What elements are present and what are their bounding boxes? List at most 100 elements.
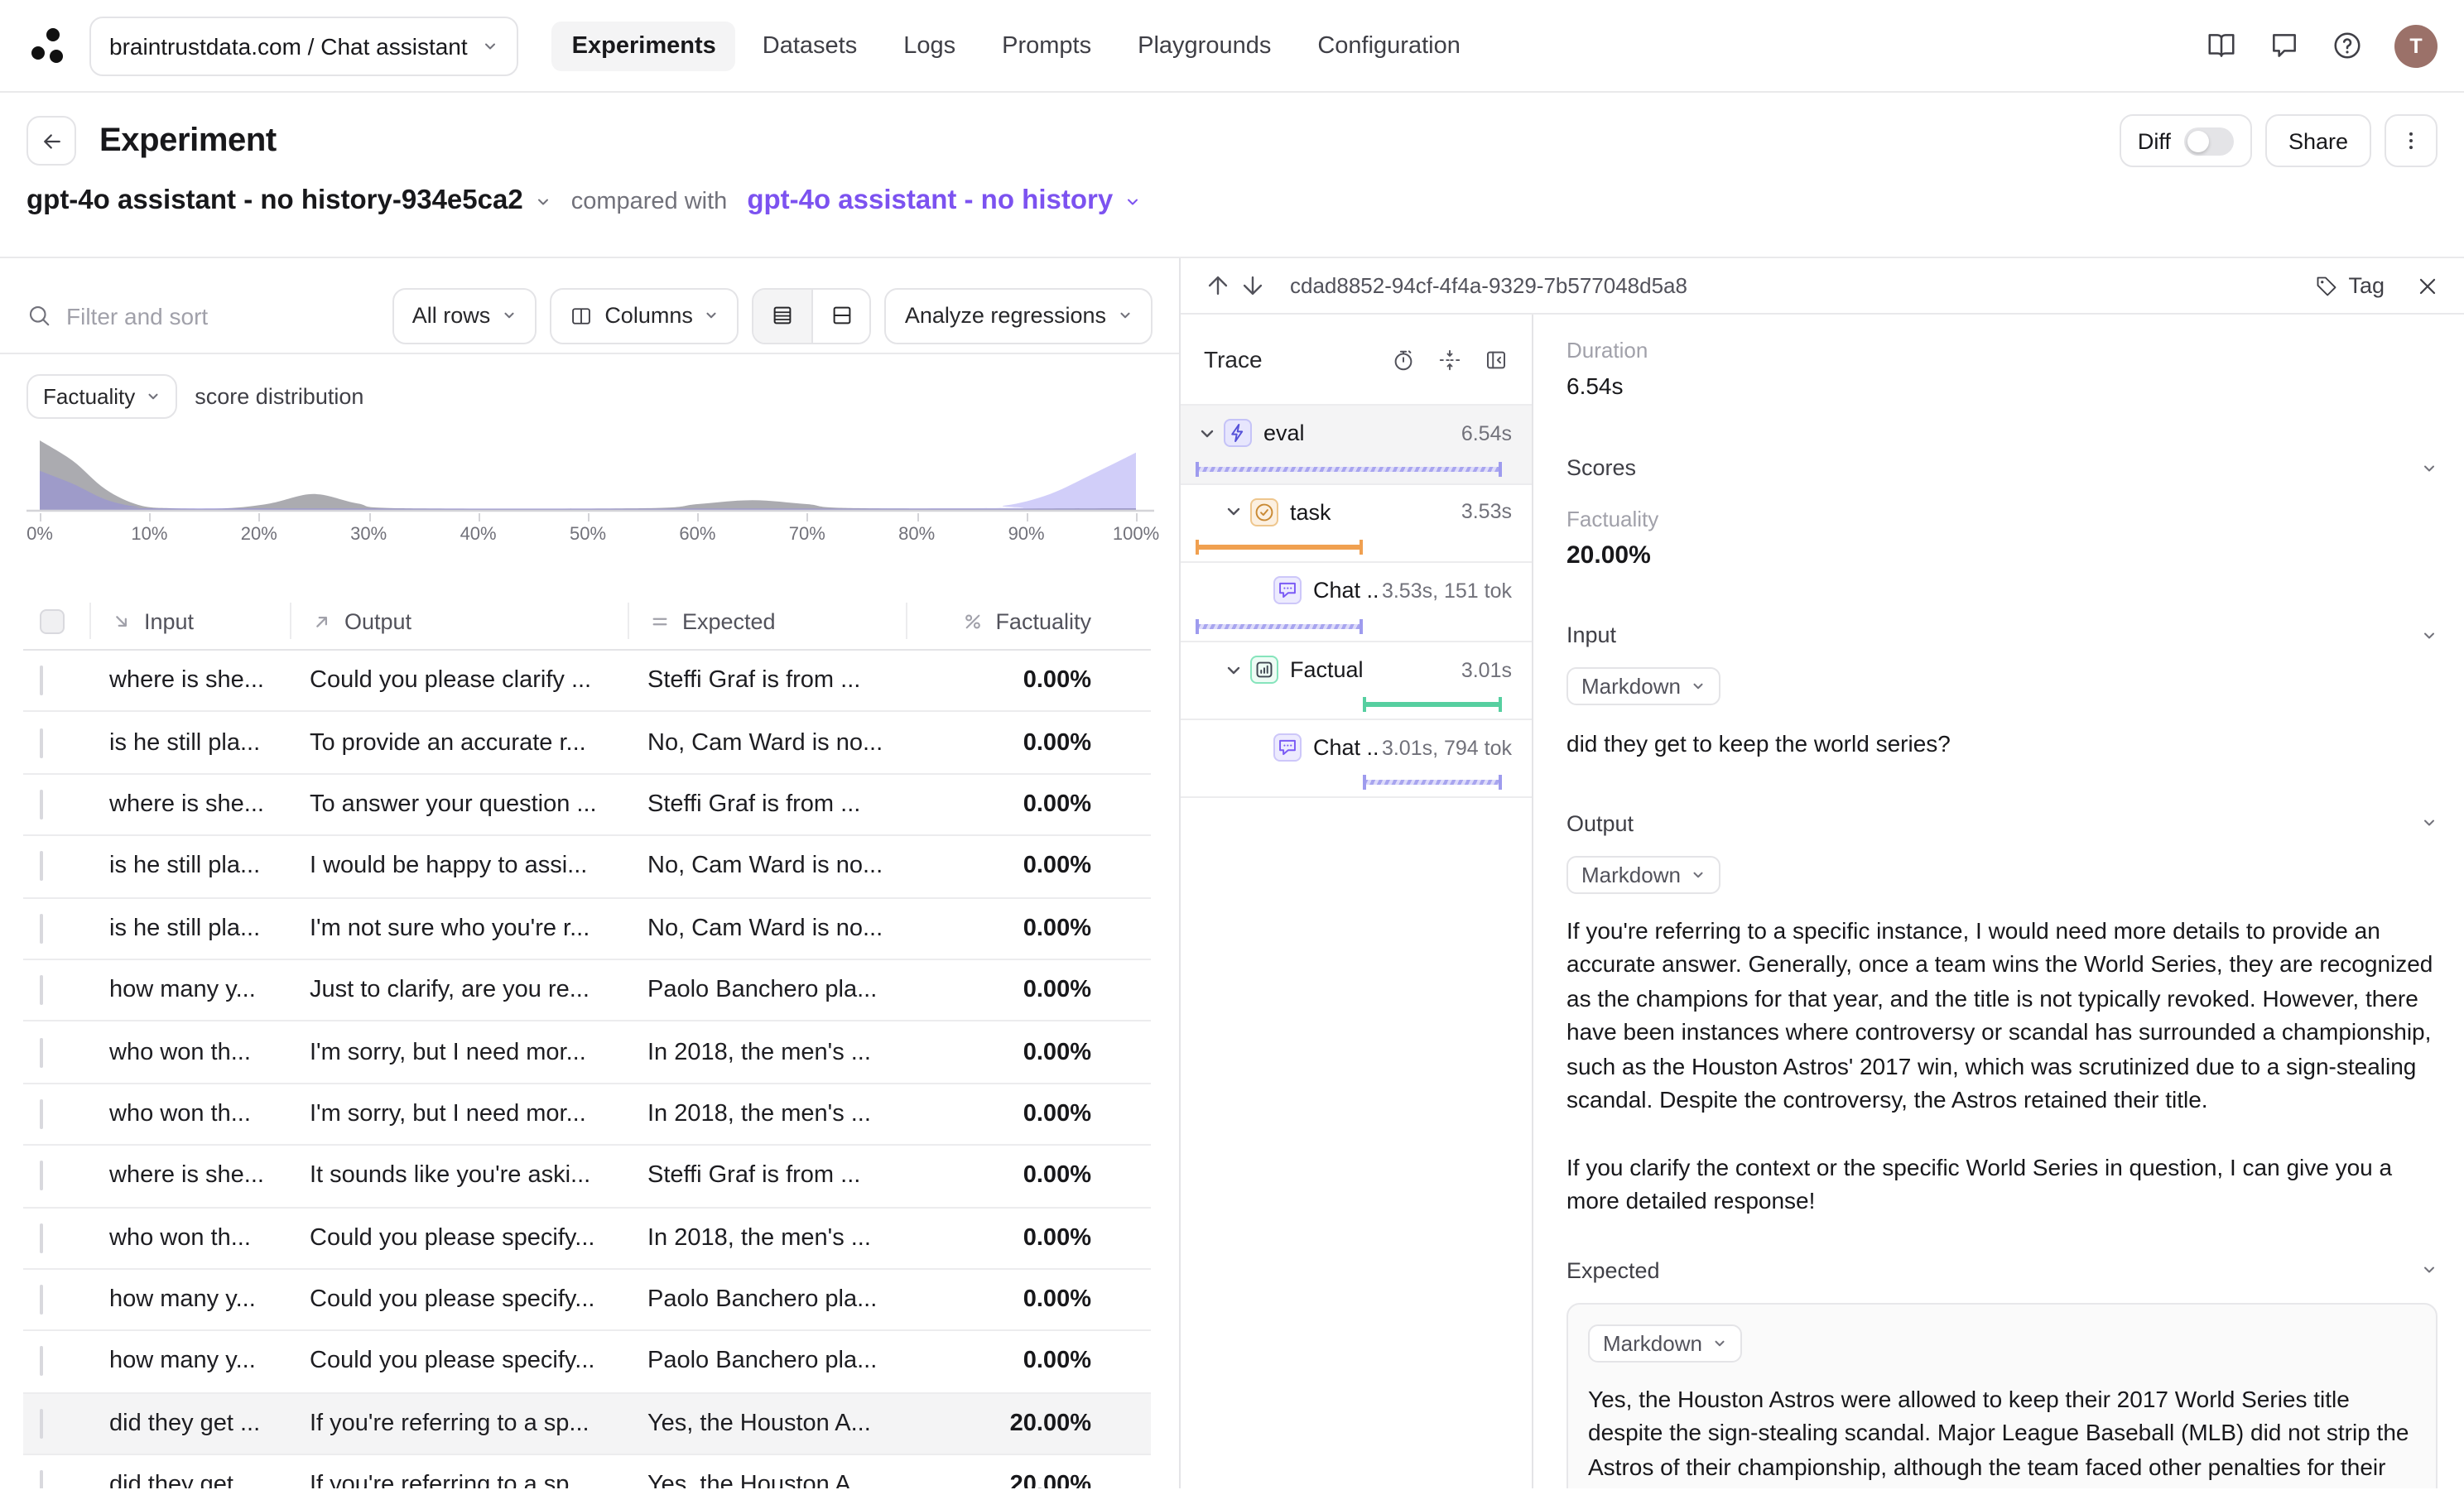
help-icon[interactable] bbox=[2332, 30, 2363, 61]
diff-label: Diff bbox=[2138, 128, 2171, 153]
user-avatar[interactable]: T bbox=[2394, 24, 2438, 67]
experiment-selector[interactable]: gpt-4o assistant - no history-934e5ca2 bbox=[26, 185, 551, 217]
scores-section-header[interactable]: Scores bbox=[1566, 455, 2438, 480]
table-row[interactable]: who won th... I'm sorry, but I need mor.… bbox=[23, 1084, 1151, 1146]
row-checkbox[interactable] bbox=[40, 852, 43, 882]
table-row[interactable]: who won th... I'm sorry, but I need mor.… bbox=[23, 1022, 1151, 1084]
next-row-button[interactable] bbox=[1239, 272, 1267, 300]
columns-button[interactable]: Columns bbox=[550, 287, 739, 344]
dense-rows-view-button[interactable] bbox=[754, 289, 812, 342]
timer-icon[interactable] bbox=[1391, 347, 1416, 372]
table-row[interactable]: where is she... Could you please clarify… bbox=[23, 651, 1151, 713]
chevron-down-icon[interactable] bbox=[1224, 660, 1244, 680]
close-icon[interactable] bbox=[2414, 272, 2441, 299]
previous-row-button[interactable] bbox=[1204, 272, 1232, 300]
table-row[interactable]: where is she... To answer your question … bbox=[23, 775, 1151, 837]
table-row[interactable]: did they get ... If you're referring to … bbox=[23, 1455, 1151, 1488]
tag-button[interactable]: Tag bbox=[2315, 273, 2385, 298]
columns-icon bbox=[570, 304, 593, 327]
tab-configuration[interactable]: Configuration bbox=[1297, 21, 1480, 70]
chevron-down-icon bbox=[2421, 459, 2438, 476]
table-row[interactable]: who won th... Could you please specify..… bbox=[23, 1208, 1151, 1270]
split-rows-view-button[interactable] bbox=[812, 289, 870, 342]
cell-factuality: 0.00% bbox=[906, 1224, 1114, 1251]
row-checkbox[interactable] bbox=[40, 914, 43, 944]
docs-book-icon[interactable] bbox=[2206, 30, 2237, 61]
chevron-down-icon[interactable] bbox=[1197, 424, 1217, 444]
row-checkbox[interactable] bbox=[40, 975, 43, 1005]
row-checkbox[interactable] bbox=[40, 1347, 43, 1377]
table-row[interactable]: how many y... Just to clarify, are you r… bbox=[23, 960, 1151, 1022]
expected-format-selector[interactable]: Markdown bbox=[1588, 1324, 1742, 1362]
column-header-output[interactable]: Output bbox=[290, 603, 628, 639]
trace-span-factual[interactable]: Factual 3.01s bbox=[1181, 641, 1532, 719]
tab-logs[interactable]: Logs bbox=[883, 21, 975, 70]
table-row[interactable]: is he still pla... I'm not sure who you'… bbox=[23, 898, 1151, 960]
cell-factuality: 0.00% bbox=[906, 977, 1114, 1003]
diff-toggle[interactable] bbox=[2184, 127, 2234, 155]
trace-span-task[interactable]: task 3.53s bbox=[1181, 483, 1532, 561]
expected-section-header[interactable]: Expected bbox=[1566, 1257, 2438, 1282]
table-row[interactable]: is he still pla... I would be happy to a… bbox=[23, 836, 1151, 898]
trace-span-eval[interactable]: eval 6.54s bbox=[1181, 404, 1532, 483]
row-checkbox[interactable] bbox=[40, 1037, 43, 1067]
axis-tick bbox=[259, 513, 261, 522]
table-row[interactable]: is he still pla... To provide an accurat… bbox=[23, 713, 1151, 775]
braintrust-logo-icon[interactable] bbox=[26, 24, 70, 67]
cell-input: who won th... bbox=[89, 1101, 290, 1127]
select-all-checkbox[interactable] bbox=[40, 608, 65, 633]
output-format-selector[interactable]: Markdown bbox=[1566, 855, 1720, 893]
axis-tick-label: 0% bbox=[26, 525, 53, 545]
row-checkbox[interactable] bbox=[40, 1471, 43, 1488]
cell-output: To answer your question ... bbox=[290, 791, 628, 818]
trace-span-chat-[interactable]: Chat ... 3.01s, 794 tok bbox=[1181, 719, 1532, 798]
filter-input[interactable] bbox=[66, 302, 379, 329]
row-checkbox[interactable] bbox=[40, 790, 43, 820]
tab-prompts[interactable]: Prompts bbox=[982, 21, 1111, 70]
column-header-input[interactable]: Input bbox=[89, 603, 290, 639]
back-button[interactable] bbox=[26, 116, 76, 166]
output-section-header[interactable]: Output bbox=[1566, 810, 2438, 835]
input-section-header[interactable]: Input bbox=[1566, 622, 2438, 647]
duration-label: Duration bbox=[1566, 338, 2438, 363]
cell-expected: Yes, the Houston A... bbox=[628, 1473, 906, 1488]
cell-output: If you're referring to a sp... bbox=[290, 1473, 628, 1488]
table-row[interactable]: did they get ... If you're referring to … bbox=[23, 1393, 1151, 1455]
row-density-segmented bbox=[753, 287, 872, 344]
share-button[interactable]: Share bbox=[2265, 114, 2371, 167]
rows-filter-button[interactable]: All rows bbox=[392, 287, 537, 344]
cell-expected: No, Cam Ward is no... bbox=[628, 853, 906, 880]
tab-datasets[interactable]: Datasets bbox=[743, 21, 877, 70]
table-row[interactable]: where is she... It sounds like you're as… bbox=[23, 1146, 1151, 1208]
row-checkbox[interactable] bbox=[40, 1161, 43, 1191]
column-header-factuality[interactable]: Factuality bbox=[906, 603, 1114, 639]
row-checkbox[interactable] bbox=[40, 1285, 43, 1315]
tab-experiments[interactable]: Experiments bbox=[552, 21, 736, 70]
row-checkbox[interactable] bbox=[40, 666, 43, 695]
span-detail-panel: Duration 6.54s Scores Factuality 20.00% … bbox=[1533, 315, 2464, 1488]
project-selector[interactable]: braintrustdata.com / Chat assistant bbox=[89, 16, 519, 75]
axis-tick-label: 30% bbox=[350, 525, 387, 545]
tab-playgrounds[interactable]: Playgrounds bbox=[1118, 21, 1291, 70]
column-header-expected[interactable]: Expected bbox=[628, 603, 906, 639]
metric-selector[interactable]: Factuality bbox=[26, 374, 176, 419]
collapse-vertical-icon[interactable] bbox=[1437, 347, 1462, 372]
collapse-panel-icon[interactable] bbox=[1484, 347, 1509, 372]
baseline-selector[interactable]: gpt-4o assistant - no history bbox=[747, 185, 1141, 217]
analyze-regressions-button[interactable]: Analyze regressions bbox=[885, 287, 1153, 344]
row-checkbox[interactable] bbox=[40, 1099, 43, 1129]
more-menu-button[interactable] bbox=[2385, 114, 2438, 167]
cell-output: If you're referring to a sp... bbox=[290, 1411, 628, 1437]
row-checkbox[interactable] bbox=[40, 728, 43, 757]
table-row[interactable]: how many y... Could you please specify..… bbox=[23, 1332, 1151, 1394]
filter-search[interactable] bbox=[26, 302, 379, 329]
input-format-selector[interactable]: Markdown bbox=[1566, 667, 1720, 705]
trace-span-chat-[interactable]: Chat ... 3.53s, 151 tok bbox=[1181, 561, 1532, 640]
row-checkbox[interactable] bbox=[40, 1223, 43, 1252]
table-row[interactable]: how many y... Could you please specify..… bbox=[23, 1270, 1151, 1332]
cell-input: where is she... bbox=[89, 667, 290, 694]
feedback-chat-icon[interactable] bbox=[2269, 30, 2300, 61]
chevron-down-icon bbox=[145, 389, 160, 404]
row-checkbox[interactable] bbox=[40, 1409, 43, 1439]
chevron-down-icon[interactable] bbox=[1224, 502, 1244, 522]
